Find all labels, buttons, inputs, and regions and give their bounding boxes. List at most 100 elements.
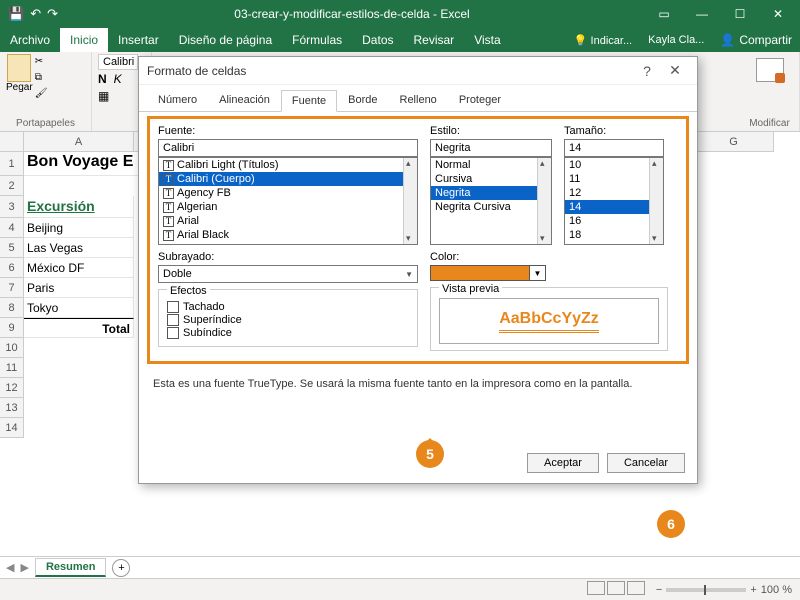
undo-icon[interactable]: ↶ <box>30 6 41 22</box>
row-header[interactable]: 10 <box>0 338 24 358</box>
format-painter-icon[interactable]: 🖌 <box>35 88 51 102</box>
callout-step-6: 6 <box>657 510 685 538</box>
redo-icon[interactable]: ↷ <box>47 6 58 22</box>
dlg-tab-fuente[interactable]: Fuente <box>281 90 337 112</box>
scrollbar[interactable] <box>649 158 663 244</box>
row-header[interactable]: 5 <box>0 238 24 258</box>
share-button[interactable]: 👤Compartir <box>712 33 800 47</box>
color-label: Color: <box>430 251 552 263</box>
color-dropdown[interactable]: ▼ <box>430 265 552 281</box>
bold-button[interactable]: N <box>98 72 107 87</box>
strikethrough-checkbox[interactable]: Tachado <box>167 301 409 313</box>
sheet-nav-prev-icon[interactable]: ◀ <box>6 561 14 574</box>
dlg-tab-relleno[interactable]: Relleno <box>389 89 448 111</box>
underline-dropdown[interactable]: Doble▼ <box>158 265 418 283</box>
cell-a8[interactable]: Tokyo <box>24 298 134 318</box>
tab-revisar[interactable]: Revisar <box>404 28 465 52</box>
tab-insertar[interactable]: Insertar <box>108 28 169 52</box>
row-header[interactable]: 4 <box>0 218 24 238</box>
row-header[interactable]: 2 <box>0 176 24 196</box>
cell-a3[interactable]: Excursión <box>24 196 134 218</box>
scrollbar[interactable] <box>403 158 417 244</box>
row-header[interactable]: 9 <box>0 318 24 338</box>
paste-button[interactable]: Pegar <box>6 54 33 93</box>
dlg-tab-borde[interactable]: Borde <box>337 89 388 111</box>
zoom-slider[interactable] <box>666 588 746 592</box>
view-switcher[interactable] <box>586 581 646 598</box>
dlg-tab-proteger[interactable]: Proteger <box>448 89 512 111</box>
row-header[interactable]: 3 <box>0 196 24 218</box>
cell-a6[interactable]: México DF <box>24 258 134 278</box>
row-header[interactable]: 13 <box>0 398 24 418</box>
tab-inicio[interactable]: Inicio <box>60 28 108 52</box>
truetype-icon: T <box>163 188 174 199</box>
italic-button[interactable]: K <box>114 72 122 87</box>
cancel-button[interactable]: Cancelar <box>607 453 685 473</box>
sheet-nav-next-icon[interactable]: ▶ <box>20 561 28 574</box>
row-header[interactable]: 14 <box>0 418 24 438</box>
row-header[interactable]: 11 <box>0 358 24 378</box>
modify-icon[interactable] <box>756 58 784 82</box>
close-icon[interactable]: ✕ <box>760 0 796 28</box>
subscript-checkbox[interactable]: Subíndice <box>167 327 409 339</box>
dlg-tab-alineacion[interactable]: Alineación <box>208 89 281 111</box>
font-name-box[interactable]: Calibri <box>98 54 138 70</box>
tell-me[interactable]: 💡 Indicar... <box>566 34 640 47</box>
style-label: Estilo: <box>430 125 552 137</box>
border-button[interactable]: ▦ <box>98 89 109 103</box>
user-name[interactable]: Kayla Cla... <box>640 34 712 46</box>
zoom-in-icon[interactable]: + <box>750 584 756 596</box>
font-input[interactable]: Calibri <box>158 139 418 157</box>
size-listbox[interactable]: 10 11 12 14 16 18 <box>564 157 664 245</box>
minimize-icon[interactable]: — <box>684 0 720 28</box>
scrollbar[interactable] <box>537 158 551 244</box>
dlg-tab-numero[interactable]: Número <box>147 89 208 111</box>
truetype-icon: T <box>163 230 174 241</box>
effects-label: Efectos <box>167 285 210 297</box>
ribbon-options-icon[interactable]: ▭ <box>646 0 682 28</box>
zoom-level[interactable]: 100 % <box>761 584 792 596</box>
font-label: Fuente: <box>158 125 418 137</box>
cell-a9[interactable]: Total <box>24 318 134 338</box>
tab-datos[interactable]: Datos <box>352 28 403 52</box>
window-title: 03-crear-y-modificar-estilos-de-celda - … <box>58 7 646 21</box>
format-cells-dialog: Formato de celdas ? ✕ Número Alineación … <box>138 56 698 484</box>
tab-diseno[interactable]: Diseño de página <box>169 28 282 52</box>
cell-a7[interactable]: Paris <box>24 278 134 298</box>
truetype-info: Esta es una fuente TrueType. Se usará la… <box>139 368 697 400</box>
tab-formulas[interactable]: Fórmulas <box>282 28 352 52</box>
row-header[interactable]: 6 <box>0 258 24 278</box>
style-listbox[interactable]: Normal Cursiva Negrita Negrita Cursiva <box>430 157 552 245</box>
truetype-icon: T <box>163 216 174 227</box>
chevron-down-icon: ▼ <box>405 270 413 279</box>
tab-vista[interactable]: Vista <box>464 28 510 52</box>
clipboard-icon <box>7 54 31 82</box>
row-header[interactable]: 7 <box>0 278 24 298</box>
maximize-icon[interactable]: ☐ <box>722 0 758 28</box>
cell-a5[interactable]: Las Vegas <box>24 238 134 258</box>
row-header[interactable]: 1 <box>0 152 24 176</box>
font-listbox[interactable]: TCalibri Light (Títulos) TCalibri (Cuerp… <box>158 157 418 245</box>
dialog-close-icon[interactable]: ✕ <box>661 62 689 79</box>
sheet-tab-resumen[interactable]: Resumen <box>35 558 107 577</box>
help-icon[interactable]: ? <box>633 63 661 79</box>
zoom-out-icon[interactable]: − <box>656 584 662 596</box>
truetype-icon: T <box>163 160 174 171</box>
row-header[interactable]: 12 <box>0 378 24 398</box>
size-input[interactable]: 14 <box>564 139 664 157</box>
select-all-corner[interactable] <box>0 132 24 152</box>
col-header[interactable]: A <box>24 132 134 152</box>
row-header[interactable]: 8 <box>0 298 24 318</box>
truetype-icon: T <box>163 174 174 185</box>
copy-icon[interactable]: ⧉ <box>35 72 51 86</box>
style-input[interactable]: Negrita <box>430 139 552 157</box>
tab-archivo[interactable]: Archivo <box>0 28 60 52</box>
save-icon[interactable]: 💾 <box>8 6 24 22</box>
superscript-checkbox[interactable]: Superíndice <box>167 314 409 326</box>
new-sheet-button[interactable]: + <box>112 559 130 577</box>
cell-a4[interactable]: Beijing <box>24 218 134 238</box>
ok-button[interactable]: Aceptar <box>527 453 599 473</box>
status-bar: − + 100 % <box>0 578 800 600</box>
col-header[interactable]: G <box>694 132 774 152</box>
cut-icon[interactable]: ✂ <box>35 56 51 70</box>
